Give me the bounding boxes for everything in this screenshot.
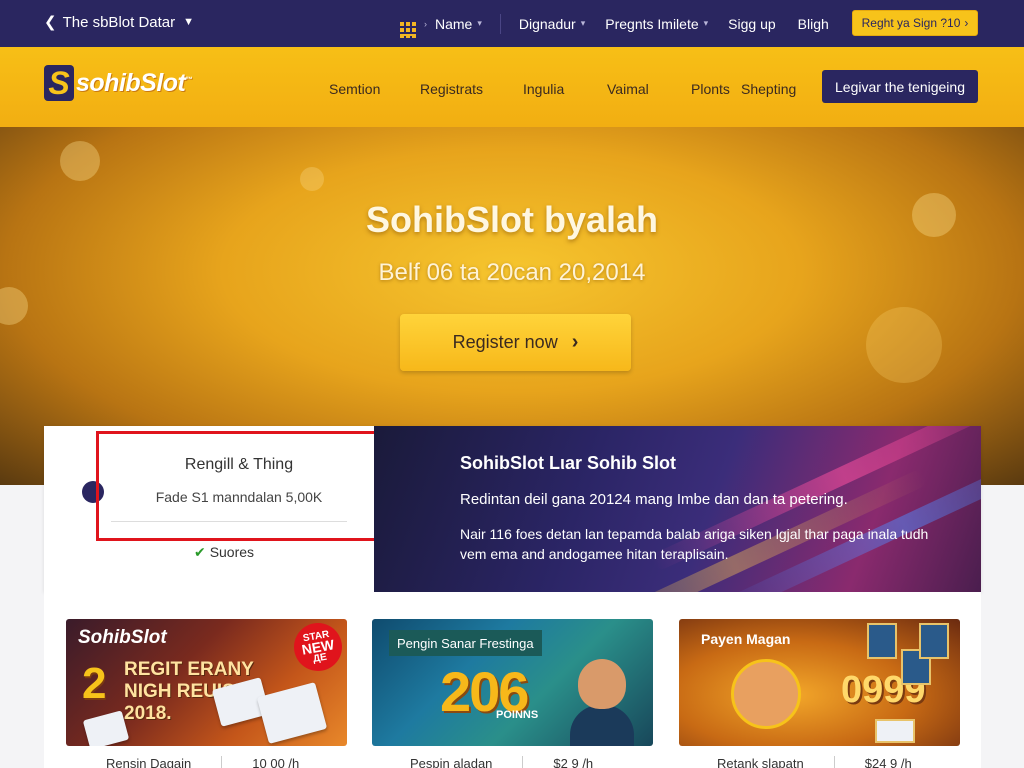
header-nav-registrats[interactable]: Registrats bbox=[420, 81, 483, 97]
card-caption-text: Rensin Dagain bbox=[106, 756, 192, 768]
top-nav-item-dignadur[interactable]: Dignadur ▾ bbox=[519, 16, 585, 32]
promo-cards: SohibSlot 2 REGIT ERANY NIGH REUISL 2018… bbox=[44, 592, 981, 768]
checkmark-icon: ✔ bbox=[193, 544, 206, 560]
promo-line-1: Redintan deil gana 20124 mang Imbe dan d… bbox=[460, 491, 848, 508]
card-caption-text: Retank slapatn bbox=[717, 756, 804, 768]
divider bbox=[111, 521, 347, 522]
top-nav: › Name ▾ Dignadur ▾ Pregnts Imilete ▾ Si… bbox=[400, 0, 829, 47]
summary-title: Rengill & Thing bbox=[184, 456, 294, 473]
badge-line: ДЕ bbox=[312, 651, 328, 665]
card-3-caption: Retank slapatn $24 9 /h bbox=[717, 756, 912, 768]
highlighted-summary-box: Rengill & Thing Fade S1 manndalan 5,00K bbox=[96, 431, 382, 541]
trademark: ™ bbox=[185, 76, 192, 84]
character-head-graphic bbox=[578, 659, 626, 709]
logo-wordmark: sohibSlot™ bbox=[76, 69, 192, 98]
card-1-caption: Rensin Dagain 10 00 /h bbox=[106, 756, 299, 768]
logo-mark: S bbox=[44, 65, 74, 101]
tile-graphic bbox=[867, 623, 897, 659]
top-nav-item-pregnts[interactable]: Pregnts Imilete ▾ bbox=[605, 16, 708, 32]
promo-card-1[interactable]: SohibSlot 2 REGIT ERANY NIGH REUISL 2018… bbox=[66, 619, 347, 746]
apps-grid-icon[interactable] bbox=[400, 21, 416, 38]
tile-graphic bbox=[919, 623, 949, 659]
chevron-down-icon: ▾ bbox=[580, 18, 586, 28]
header-nav-semtion[interactable]: Semtion bbox=[329, 81, 380, 97]
playing-card-graphic bbox=[256, 682, 328, 744]
character-body-graphic bbox=[570, 705, 634, 746]
card-big-digit: 2 bbox=[82, 659, 107, 708]
site-logo[interactable]: S sohibSlot™ bbox=[44, 65, 192, 101]
header-nav-shepting[interactable]: Shepting bbox=[741, 81, 796, 97]
info-left-panel: Rengill & Thing Fade S1 manndalan 5,00K … bbox=[44, 426, 382, 592]
top-nav-label: Bligh bbox=[797, 15, 829, 32]
promo-card-3[interactable]: Payen Magan 0999 bbox=[679, 619, 960, 746]
top-nav-label: Pregnts Imilete bbox=[605, 15, 699, 32]
divider bbox=[221, 756, 223, 768]
bokeh-light bbox=[0, 287, 28, 325]
back-link-label: The sbBlot Datar bbox=[62, 13, 176, 31]
card-logo: SohibSlot bbox=[78, 627, 167, 648]
promo-card-2[interactable]: Pengin Sanar Frestinga 206 POINNS bbox=[372, 619, 653, 746]
header-nav-plonts[interactable]: Plonts bbox=[691, 81, 730, 97]
bokeh-light bbox=[866, 307, 942, 383]
register-now-button[interactable]: Register now › bbox=[400, 314, 631, 371]
top-nav-label: Name bbox=[435, 15, 473, 32]
chevron-right-icon: › bbox=[964, 16, 969, 30]
playing-card-graphic bbox=[82, 710, 130, 746]
card-points-label: POINNS bbox=[496, 709, 539, 721]
chevron-right-icon: › bbox=[424, 18, 427, 29]
back-arrow-icon: ❮ bbox=[44, 14, 57, 31]
logo-text: sohibSlot bbox=[76, 68, 186, 97]
chevron-down-icon: ▾ bbox=[703, 18, 709, 28]
caret-down-icon: ▼ bbox=[183, 16, 195, 28]
hero-subtitle: Belf 06 ta 20can 20,2014 bbox=[378, 259, 646, 286]
top-register-button[interactable]: Reght ya Sign ?10 › bbox=[852, 10, 978, 36]
character-face-graphic bbox=[731, 659, 801, 729]
divider bbox=[499, 13, 501, 34]
card-label: Payen Magan bbox=[701, 631, 791, 647]
summary-description: Fade S1 manndalan 5,00K bbox=[155, 489, 323, 505]
new-badge: STAR NEW ДЕ bbox=[290, 619, 346, 675]
top-register-label: Reght ya Sign ?10 bbox=[861, 16, 961, 30]
promo-title: SohibSlot Lιar Sohib Slot bbox=[460, 453, 676, 473]
top-nav-label: Sigg up bbox=[728, 15, 776, 32]
card-caption-text: Pespin aladan bbox=[410, 756, 493, 768]
card-label: Pengin Sanar Frestinga bbox=[389, 630, 542, 656]
header-nav-vaimal[interactable]: Vaimal bbox=[607, 81, 649, 97]
top-nav-item-bligh[interactable]: Bligh bbox=[798, 16, 829, 32]
register-now-label: Register now bbox=[452, 332, 558, 352]
info-panel: Rengill & Thing Fade S1 manndalan 5,00K … bbox=[44, 426, 981, 592]
promo-line-2: Nair 116 foes detan lan tepamda balab ar… bbox=[460, 526, 929, 562]
site-header: S sohibSlot™ Semtion Registrats Ingulia … bbox=[0, 47, 1024, 127]
card-price: $2 9 /h bbox=[553, 756, 594, 768]
top-nav-item-sign-up[interactable]: Sigg up bbox=[728, 16, 775, 32]
divider bbox=[833, 756, 835, 768]
status-text: Suores bbox=[209, 544, 255, 560]
header-login-button[interactable]: Legivar the tenigeing bbox=[822, 70, 978, 103]
top-bar: ❮ The sbBlot Datar ▼ › Name ▾ Dignadur ▾… bbox=[0, 0, 1024, 47]
hero-title: SohibSlot byalah bbox=[365, 199, 659, 240]
back-link[interactable]: ❮ The sbBlot Datar ▼ bbox=[44, 13, 195, 32]
info-promo-panel: SohibSlot Lιar Sohib Slot Redintan deil … bbox=[374, 426, 981, 592]
chevron-right-icon: › bbox=[571, 331, 579, 353]
top-nav-item-name[interactable]: Name ▾ bbox=[435, 16, 482, 32]
tile-graphic bbox=[875, 719, 915, 743]
divider bbox=[522, 756, 524, 768]
top-nav-label: Dignadur bbox=[518, 15, 576, 32]
card-headline-line: REGIT ERANY bbox=[124, 659, 254, 680]
card-price: $24 9 /h bbox=[864, 756, 912, 768]
card-2-caption: Pespin aladan $2 9 /h bbox=[410, 756, 593, 768]
bokeh-light bbox=[300, 167, 324, 191]
header-nav-ingulia[interactable]: Ingulia bbox=[523, 81, 564, 97]
status-row: ✔ Suores bbox=[44, 544, 404, 561]
card-price: 10 00 /h bbox=[252, 756, 300, 768]
bokeh-light bbox=[60, 141, 100, 181]
chevron-down-icon: ▾ bbox=[477, 18, 482, 28]
